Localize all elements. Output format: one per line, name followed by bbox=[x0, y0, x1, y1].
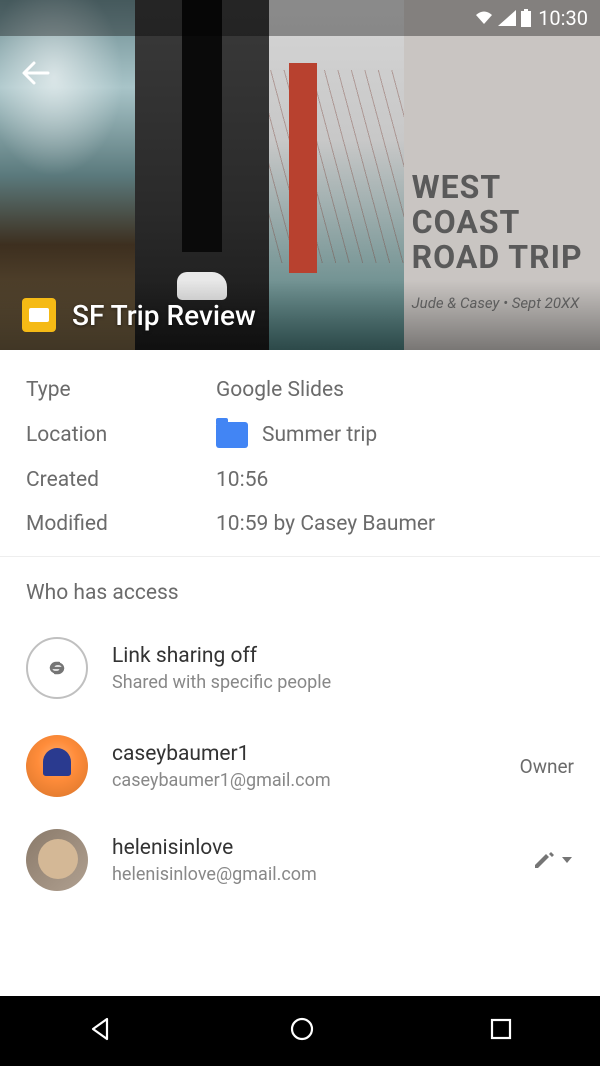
link-sharing-button[interactable] bbox=[26, 637, 88, 699]
avatar bbox=[26, 735, 88, 797]
person-row-owner[interactable]: caseybaumer1 caseybaumer1@gmail.com Owne… bbox=[0, 735, 600, 797]
detail-row-created: Created 10:56 bbox=[26, 468, 574, 492]
person-name: helenisinlove bbox=[112, 836, 508, 860]
nav-back-button[interactable] bbox=[87, 1015, 115, 1047]
person-row-editor[interactable]: helenisinlove helenisinlove@gmail.com bbox=[0, 829, 600, 891]
hero-title-line2: ROAD TRIP bbox=[412, 240, 600, 275]
folder-icon bbox=[216, 422, 248, 448]
person-role: Owner bbox=[520, 755, 574, 778]
detail-row-location[interactable]: Location Summer trip bbox=[26, 422, 574, 448]
person-name: caseybaumer1 bbox=[112, 742, 496, 766]
nav-home-button[interactable] bbox=[288, 1015, 316, 1047]
person-email: helenisinlove@gmail.com bbox=[112, 864, 508, 885]
signal-icon bbox=[498, 10, 516, 26]
access-section-title: Who has access bbox=[0, 581, 600, 605]
status-time: 10:30 bbox=[538, 6, 588, 30]
header-image-area: WEST COAST ROAD TRIP Jude & Casey • Sept… bbox=[0, 0, 600, 350]
type-value: Google Slides bbox=[216, 378, 344, 402]
slides-icon bbox=[22, 298, 56, 332]
header-overlay: SF Trip Review bbox=[0, 280, 600, 350]
location-label: Location bbox=[26, 423, 216, 447]
link-sharing-title: Link sharing off bbox=[112, 644, 331, 668]
status-bar: 10:30 bbox=[0, 0, 600, 36]
file-title: SF Trip Review bbox=[72, 299, 256, 332]
link-sharing-subtitle: Shared with specific people bbox=[112, 672, 331, 693]
avatar bbox=[26, 829, 88, 891]
nav-recent-button[interactable] bbox=[489, 1017, 513, 1045]
link-sharing-row[interactable]: Link sharing off Shared with specific pe… bbox=[0, 637, 600, 699]
divider bbox=[0, 556, 600, 557]
created-value: 10:56 bbox=[216, 468, 268, 492]
modified-label: Modified bbox=[26, 512, 216, 536]
back-button[interactable] bbox=[18, 55, 54, 95]
chevron-down-icon bbox=[560, 853, 574, 867]
type-label: Type bbox=[26, 378, 216, 402]
modified-value: 10:59 by Casey Baumer bbox=[216, 512, 435, 536]
wifi-icon bbox=[474, 10, 494, 26]
location-value: Summer trip bbox=[262, 423, 377, 447]
person-email: caseybaumer1@gmail.com bbox=[112, 770, 496, 791]
pencil-icon bbox=[532, 849, 554, 871]
android-navbar bbox=[0, 996, 600, 1066]
link-icon bbox=[42, 653, 72, 683]
battery-icon bbox=[520, 9, 532, 27]
created-label: Created bbox=[26, 468, 216, 492]
detail-row-type: Type Google Slides bbox=[26, 378, 574, 402]
detail-row-modified: Modified 10:59 by Casey Baumer bbox=[26, 512, 574, 536]
hero-title-line1: WEST COAST bbox=[412, 170, 600, 240]
status-icons bbox=[474, 9, 532, 27]
edit-permission-button[interactable] bbox=[532, 849, 574, 871]
details-section: Type Google Slides Location Summer trip … bbox=[0, 350, 600, 536]
